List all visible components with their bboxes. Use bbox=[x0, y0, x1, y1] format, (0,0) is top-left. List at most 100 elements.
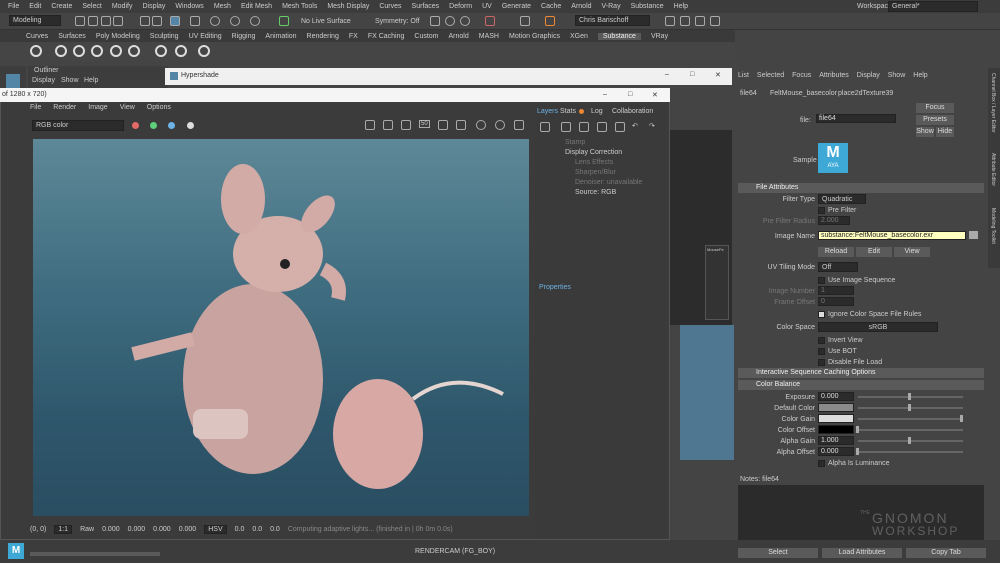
menu-arnold[interactable]: Arnold bbox=[571, 3, 591, 10]
menu-select[interactable]: Select bbox=[82, 3, 101, 10]
folder-browse-icon[interactable] bbox=[969, 231, 978, 239]
rv-minimize-icon[interactable]: – bbox=[603, 91, 607, 98]
shelf-tab-sculpting[interactable]: Sculpting bbox=[150, 33, 179, 40]
menu-curves[interactable]: Curves bbox=[379, 3, 401, 10]
shelf-tab-vray[interactable]: VRay bbox=[651, 33, 668, 40]
disable-load-checkbox[interactable] bbox=[818, 359, 825, 366]
green-channel-icon[interactable] bbox=[150, 122, 157, 129]
alpha-gain-field[interactable]: 1.000 bbox=[818, 436, 854, 445]
shelf-tab-motion-graphics[interactable]: Motion Graphics bbox=[509, 33, 560, 40]
shelf-tab-mash[interactable]: MASH bbox=[479, 33, 499, 40]
interactive-seq-section[interactable]: Interactive Sequence Caching Options bbox=[738, 368, 984, 378]
menu-create[interactable]: Create bbox=[51, 3, 72, 10]
maya-icon[interactable]: M bbox=[8, 543, 24, 559]
reload-button[interactable]: Reload bbox=[818, 247, 854, 257]
rv-close-icon[interactable]: ✕ bbox=[652, 91, 658, 99]
alpha-offset-field[interactable]: 0.000 bbox=[818, 447, 854, 456]
substance-shelf-icon-4[interactable] bbox=[110, 45, 122, 57]
outliner-menu-show[interactable]: Show bbox=[61, 77, 79, 84]
color-gain-knob[interactable] bbox=[960, 415, 963, 422]
menu-edit-mesh[interactable]: Edit Mesh bbox=[241, 3, 272, 10]
menu-mesh-tools[interactable]: Mesh Tools bbox=[282, 3, 317, 10]
ae-menu-help[interactable]: Help bbox=[913, 72, 927, 79]
substance-shelf-icon-8[interactable] bbox=[198, 45, 210, 57]
ae-menu-selected[interactable]: Selected bbox=[757, 72, 784, 79]
color-balance-section[interactable]: Color Balance bbox=[738, 380, 984, 390]
stop-icon[interactable] bbox=[456, 120, 466, 130]
layer-item-lens-effects[interactable]: Lens Effects bbox=[575, 159, 613, 166]
layer-item-display-correction[interactable]: Display Correction bbox=[565, 149, 622, 156]
outliner-menu-help[interactable]: Help bbox=[84, 77, 98, 84]
select-hierarchy-icon[interactable] bbox=[140, 16, 150, 26]
file-attributes-section[interactable]: File Attributes bbox=[738, 183, 984, 193]
live-surface-label[interactable]: No Live Surface bbox=[301, 18, 351, 25]
render-settings-icon[interactable] bbox=[485, 16, 495, 26]
side-tab-modeling-toolkit[interactable]: Modeling Toolkit bbox=[990, 208, 996, 244]
resolution-button[interactable]: 50 bbox=[419, 120, 430, 128]
uv-tiling-dropdown[interactable]: Off bbox=[818, 262, 858, 272]
undo-icon[interactable] bbox=[101, 16, 111, 26]
layer-stack2-icon[interactable] bbox=[579, 122, 589, 132]
pre-filter-checkbox[interactable] bbox=[818, 207, 825, 214]
close-icon[interactable]: ✕ bbox=[715, 71, 721, 79]
edit-button[interactable]: Edit bbox=[856, 247, 892, 257]
rv-menu-file[interactable]: File bbox=[30, 104, 41, 115]
snap-curve-icon[interactable] bbox=[210, 16, 220, 26]
shelf-tab-fx[interactable]: FX bbox=[349, 33, 358, 40]
channel-box-icon[interactable] bbox=[680, 16, 690, 26]
maximize-icon[interactable]: □ bbox=[690, 71, 694, 78]
focus-button[interactable]: Focus bbox=[916, 103, 954, 113]
tab-layers[interactable]: Layers bbox=[537, 108, 558, 115]
presets-button[interactable]: Presets bbox=[916, 115, 954, 125]
select-button[interactable]: Select bbox=[738, 548, 818, 558]
channel-dropdown[interactable]: RGB color bbox=[32, 120, 124, 131]
lock-camera-icon[interactable] bbox=[495, 120, 505, 130]
load-attributes-button[interactable]: Load Attributes bbox=[822, 548, 902, 558]
undo-layer-icon[interactable]: ↶ bbox=[632, 122, 638, 130]
side-tab-attribute-editor[interactable]: Attribute Editor bbox=[990, 153, 996, 186]
menu-cache[interactable]: Cache bbox=[541, 3, 561, 10]
tab-stats[interactable]: Stats bbox=[560, 108, 576, 115]
color-offset-slider[interactable] bbox=[858, 429, 963, 431]
redo-layer-icon[interactable]: ↷ bbox=[649, 122, 655, 130]
substance-icon[interactable] bbox=[545, 16, 555, 26]
frame-offset-field[interactable]: 0 bbox=[818, 297, 854, 306]
history-icon[interactable] bbox=[430, 16, 440, 26]
substance-shelf-icon-1[interactable] bbox=[55, 45, 67, 57]
shelf-tab-rendering[interactable]: Rendering bbox=[307, 33, 339, 40]
mode-dropdown[interactable]: Modeling bbox=[9, 15, 61, 26]
zoom-dropdown[interactable]: 1:1 bbox=[54, 524, 73, 534]
menu-deform[interactable]: Deform bbox=[449, 3, 472, 10]
menu-file[interactable]: File bbox=[8, 3, 19, 10]
side-tab-channel-box[interactable]: Channel Box / Layer Editor bbox=[990, 73, 996, 133]
render-image[interactable] bbox=[33, 139, 529, 516]
vray-icon[interactable] bbox=[520, 16, 530, 26]
add-layer-icon[interactable] bbox=[540, 122, 550, 132]
filter-type-dropdown[interactable]: Quadratic bbox=[818, 194, 866, 204]
color-gain-swatch[interactable] bbox=[818, 414, 854, 423]
default-color-swatch[interactable] bbox=[818, 403, 854, 412]
select-object-icon[interactable] bbox=[152, 16, 162, 26]
select-component-icon[interactable] bbox=[170, 16, 180, 26]
folder-icon[interactable] bbox=[75, 16, 85, 26]
minimize-icon[interactable]: – bbox=[665, 71, 669, 78]
save-image-icon[interactable] bbox=[365, 120, 375, 130]
substance-shelf-icon-7[interactable] bbox=[175, 45, 187, 57]
substance-shelf-icon-2[interactable] bbox=[73, 45, 85, 57]
redo-icon[interactable] bbox=[113, 16, 123, 26]
alpha-offset-knob[interactable] bbox=[856, 448, 859, 455]
snap-point-icon[interactable] bbox=[230, 16, 240, 26]
red-channel-icon[interactable] bbox=[132, 122, 139, 129]
rv-menu-view[interactable]: View bbox=[120, 104, 135, 115]
hide-button[interactable]: Hide bbox=[936, 127, 954, 137]
tab-log[interactable]: Log bbox=[591, 108, 603, 115]
menu-help[interactable]: Help bbox=[674, 3, 688, 10]
menu-windows[interactable]: Windows bbox=[175, 3, 203, 10]
tab-collaboration[interactable]: Collaboration bbox=[612, 108, 653, 115]
layer-list-icon[interactable] bbox=[615, 122, 625, 132]
view-button[interactable]: View bbox=[894, 247, 930, 257]
ae-tab-feltmouse[interactable]: FeltMouse_basecolor bbox=[770, 90, 837, 97]
menu-modify[interactable]: Modify bbox=[112, 3, 133, 10]
layer-stack-icon[interactable] bbox=[561, 122, 571, 132]
shelf-tab-animation[interactable]: Animation bbox=[265, 33, 296, 40]
